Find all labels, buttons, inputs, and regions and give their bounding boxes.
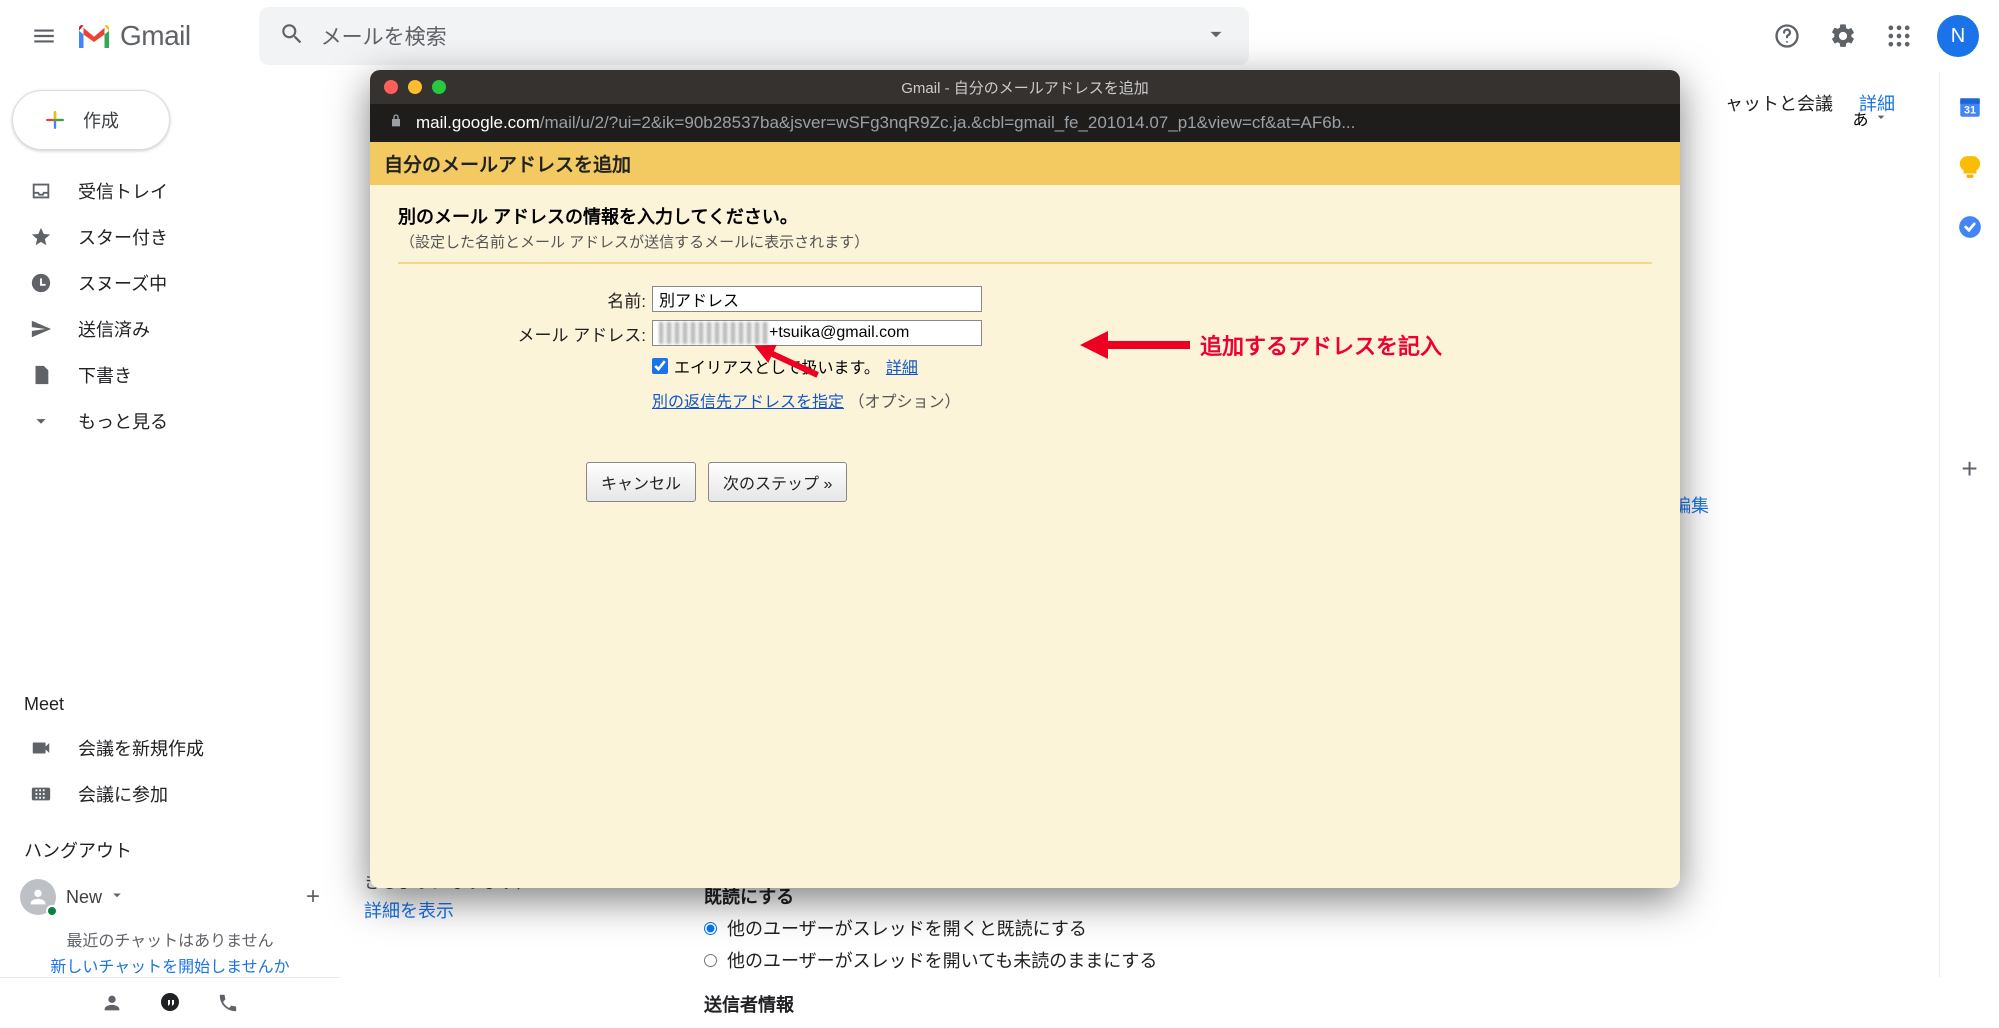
compose-label: 作成 [83,107,119,133]
popup-heading: 自分のメールアドレスを追加 [370,142,1680,185]
user-avatar-icon [20,879,56,915]
header: Gmail メールを検索 N [0,0,1999,72]
keep-addon[interactable] [1951,148,1989,186]
account-avatar[interactable]: N [1937,15,1979,57]
show-detail-link[interactable]: 詳細を表示 [364,897,534,923]
read-option-1[interactable]: 他のユーザーがスレッドを開くと既読にする [704,915,1899,941]
apps-button[interactable] [1875,12,1923,60]
chevron-down-icon [1873,109,1889,125]
inbox-icon [30,180,54,202]
video-icon [30,737,54,759]
search-options-icon[interactable] [1203,21,1229,52]
read-option-2[interactable]: 他のユーザーがスレッドを開いても未読のままにする [704,947,1899,973]
presence-dot-icon [46,905,58,917]
side-panel: 31 + [1939,72,1999,977]
chevron-down-icon[interactable] [108,886,126,909]
tab-chat-meet[interactable]: ャットと会議 [1725,90,1833,116]
sidebar-item-inbox[interactable]: 受信トレイ [0,168,340,214]
plus-icon [41,106,69,134]
popup-window-title: Gmail - 自分のメールアドレスを追加 [370,77,1680,98]
new-chat-button[interactable]: + [306,883,320,911]
add-address-popup: Gmail - 自分のメールアドレスを追加 mail.google.com/ma… [370,70,1680,888]
gmail-icon [76,22,112,50]
no-recent-chats-text: 最近のチャットはありません [0,921,340,951]
hangouts-tab[interactable] [142,978,198,1028]
search-placeholder: メールを検索 [321,21,1187,51]
sidebar: 作成 受信トレイ スター付き スヌーズ中 送信済み 下書き もっと見る Meet [0,72,340,977]
reply-option-text: （オプション） [848,394,960,411]
meet-section-label: Meet [0,670,340,725]
alias-detail-link[interactable]: 詳細 [886,354,918,378]
sidebar-item-snoozed[interactable]: スヌーズ中 [0,260,340,306]
search-bar[interactable]: メールを検索 [259,7,1249,65]
radio-read-on-open[interactable] [704,922,717,935]
sender-info-heading: 送信者情報 [704,991,1899,1017]
sidebar-item-starred[interactable]: スター付き [0,214,340,260]
draft-icon [30,364,54,386]
name-label: 名前: [398,287,646,312]
next-step-button[interactable]: 次のステップ » [708,462,847,502]
start-chat-link[interactable]: 新しいチャットを開始しませんか [0,951,340,977]
popup-instruction: 別のメール アドレスの情報を入力してください。 [398,203,1652,229]
tasks-addon[interactable] [1951,208,1989,246]
support-button[interactable] [1763,12,1811,60]
cancel-button[interactable]: キャンセル [586,462,696,502]
gmail-logo[interactable]: Gmail [76,20,191,52]
main-menu-button[interactable] [20,12,68,60]
calendar-addon[interactable]: 31 [1951,88,1989,126]
email-label: メール アドレス: [398,321,646,346]
settings-button[interactable] [1819,12,1867,60]
sidebar-item-sent[interactable]: 送信済み [0,306,340,352]
contacts-tab[interactable] [84,978,140,1028]
svg-text:31: 31 [1963,105,1975,117]
keyboard-icon [30,783,54,805]
lock-icon [388,113,404,134]
send-icon [30,318,54,340]
hangouts-bottom-tabs [0,977,340,1027]
sidebar-item-drafts[interactable]: 下書き [0,352,340,398]
phone-tab[interactable] [200,978,256,1028]
search-icon [279,21,305,52]
name-input[interactable] [652,286,982,312]
compose-button[interactable]: 作成 [12,90,170,150]
popup-url-bar: mail.google.com/mail/u/2/?ui=2&ik=90b285… [370,104,1680,142]
annotation-text: 追加するアドレスを記入 [1200,329,1442,361]
popup-titlebar[interactable]: Gmail - 自分のメールアドレスを追加 [370,70,1680,104]
hangouts-user-row[interactable]: New + [0,873,340,921]
annotation-arrow-main: 追加するアドレスを記入 [1080,325,1442,365]
language-indicator[interactable]: あ [1853,106,1889,130]
expand-icon [30,410,54,432]
star-icon [30,226,54,248]
meet-join-meeting[interactable]: 会議に参加 [0,771,340,817]
gmail-wordmark: Gmail [120,20,191,52]
reply-to-link[interactable]: 別の返信先アドレスを指定 [652,394,844,411]
sidebar-item-more[interactable]: もっと見る [0,398,340,444]
hangouts-section-label: ハングアウト [0,817,340,873]
clock-icon [30,272,54,294]
radio-keep-unread[interactable] [704,954,717,967]
get-addons-button[interactable]: + [1951,450,1989,488]
popup-hint: （設定した名前とメール アドレスが送信するメールに表示されます） [400,231,1652,252]
alias-checkbox[interactable] [652,358,668,374]
meet-new-meeting[interactable]: 会議を新規作成 [0,725,340,771]
redacted-text [659,322,769,344]
email-input[interactable]: +tsuika@gmail.com [652,320,982,346]
